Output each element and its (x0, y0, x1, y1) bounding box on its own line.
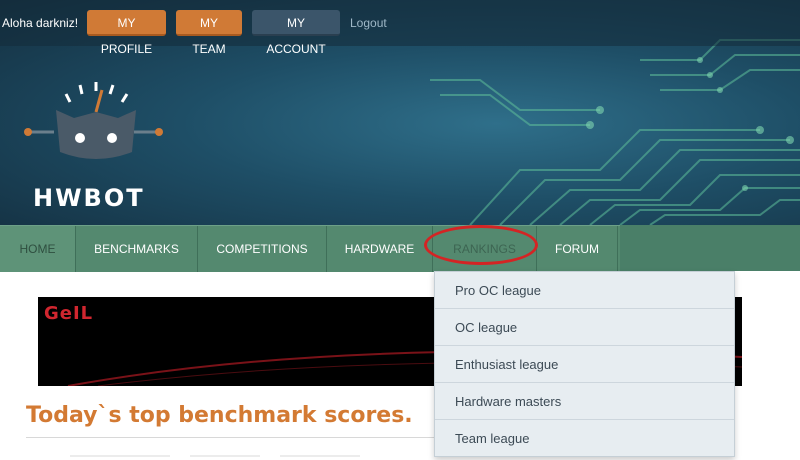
menu-item-hardware-masters[interactable]: Hardware masters (435, 383, 734, 420)
nav-item-home[interactable]: HOME (0, 226, 76, 272)
heading-divider (26, 437, 436, 438)
menu-item-team-league[interactable]: Team league (435, 420, 734, 457)
header-banner: Aloha darkniz! MY PROFILE MY TEAM MY ACC… (0, 0, 800, 225)
rankings-dropdown-menu: Pro OC league OC league Enthusiast leagu… (434, 271, 735, 457)
page-title: Today`s top benchmark scores. (26, 403, 413, 428)
nav-item-competitions[interactable]: COMPETITIONS (198, 226, 327, 272)
nav-item-hardware[interactable]: HARDWARE (327, 226, 433, 272)
hwbot-robot-icon[interactable] (24, 80, 174, 180)
logout-link[interactable]: Logout (350, 16, 387, 30)
my-team-button[interactable]: MY TEAM (176, 10, 242, 56)
nav-item-rankings[interactable]: RANKINGS (433, 226, 537, 272)
nav-item-benchmarks[interactable]: BENCHMARKS (76, 226, 198, 272)
my-profile-button[interactable]: MY PROFILE (87, 10, 166, 56)
main-nav-bar: HOME BENCHMARKS COMPETITIONS HARDWARE RA… (0, 225, 620, 272)
my-account-button[interactable]: MY ACCOUNT (252, 10, 340, 56)
menu-item-enthusiast-league[interactable]: Enthusiast league (435, 346, 734, 383)
geil-logo: GeIL (44, 303, 94, 324)
greeting-text: Aloha darkniz! (2, 16, 79, 30)
menu-item-oc-league[interactable]: OC league (435, 309, 734, 346)
main-nav: HOME BENCHMARKS COMPETITIONS HARDWARE RA… (0, 225, 800, 272)
brand-wordmark[interactable]: HWBOT (33, 184, 145, 212)
nav-item-forum[interactable]: FORUM (537, 226, 618, 272)
menu-item-pro-oc-league[interactable]: Pro OC league (435, 272, 734, 309)
